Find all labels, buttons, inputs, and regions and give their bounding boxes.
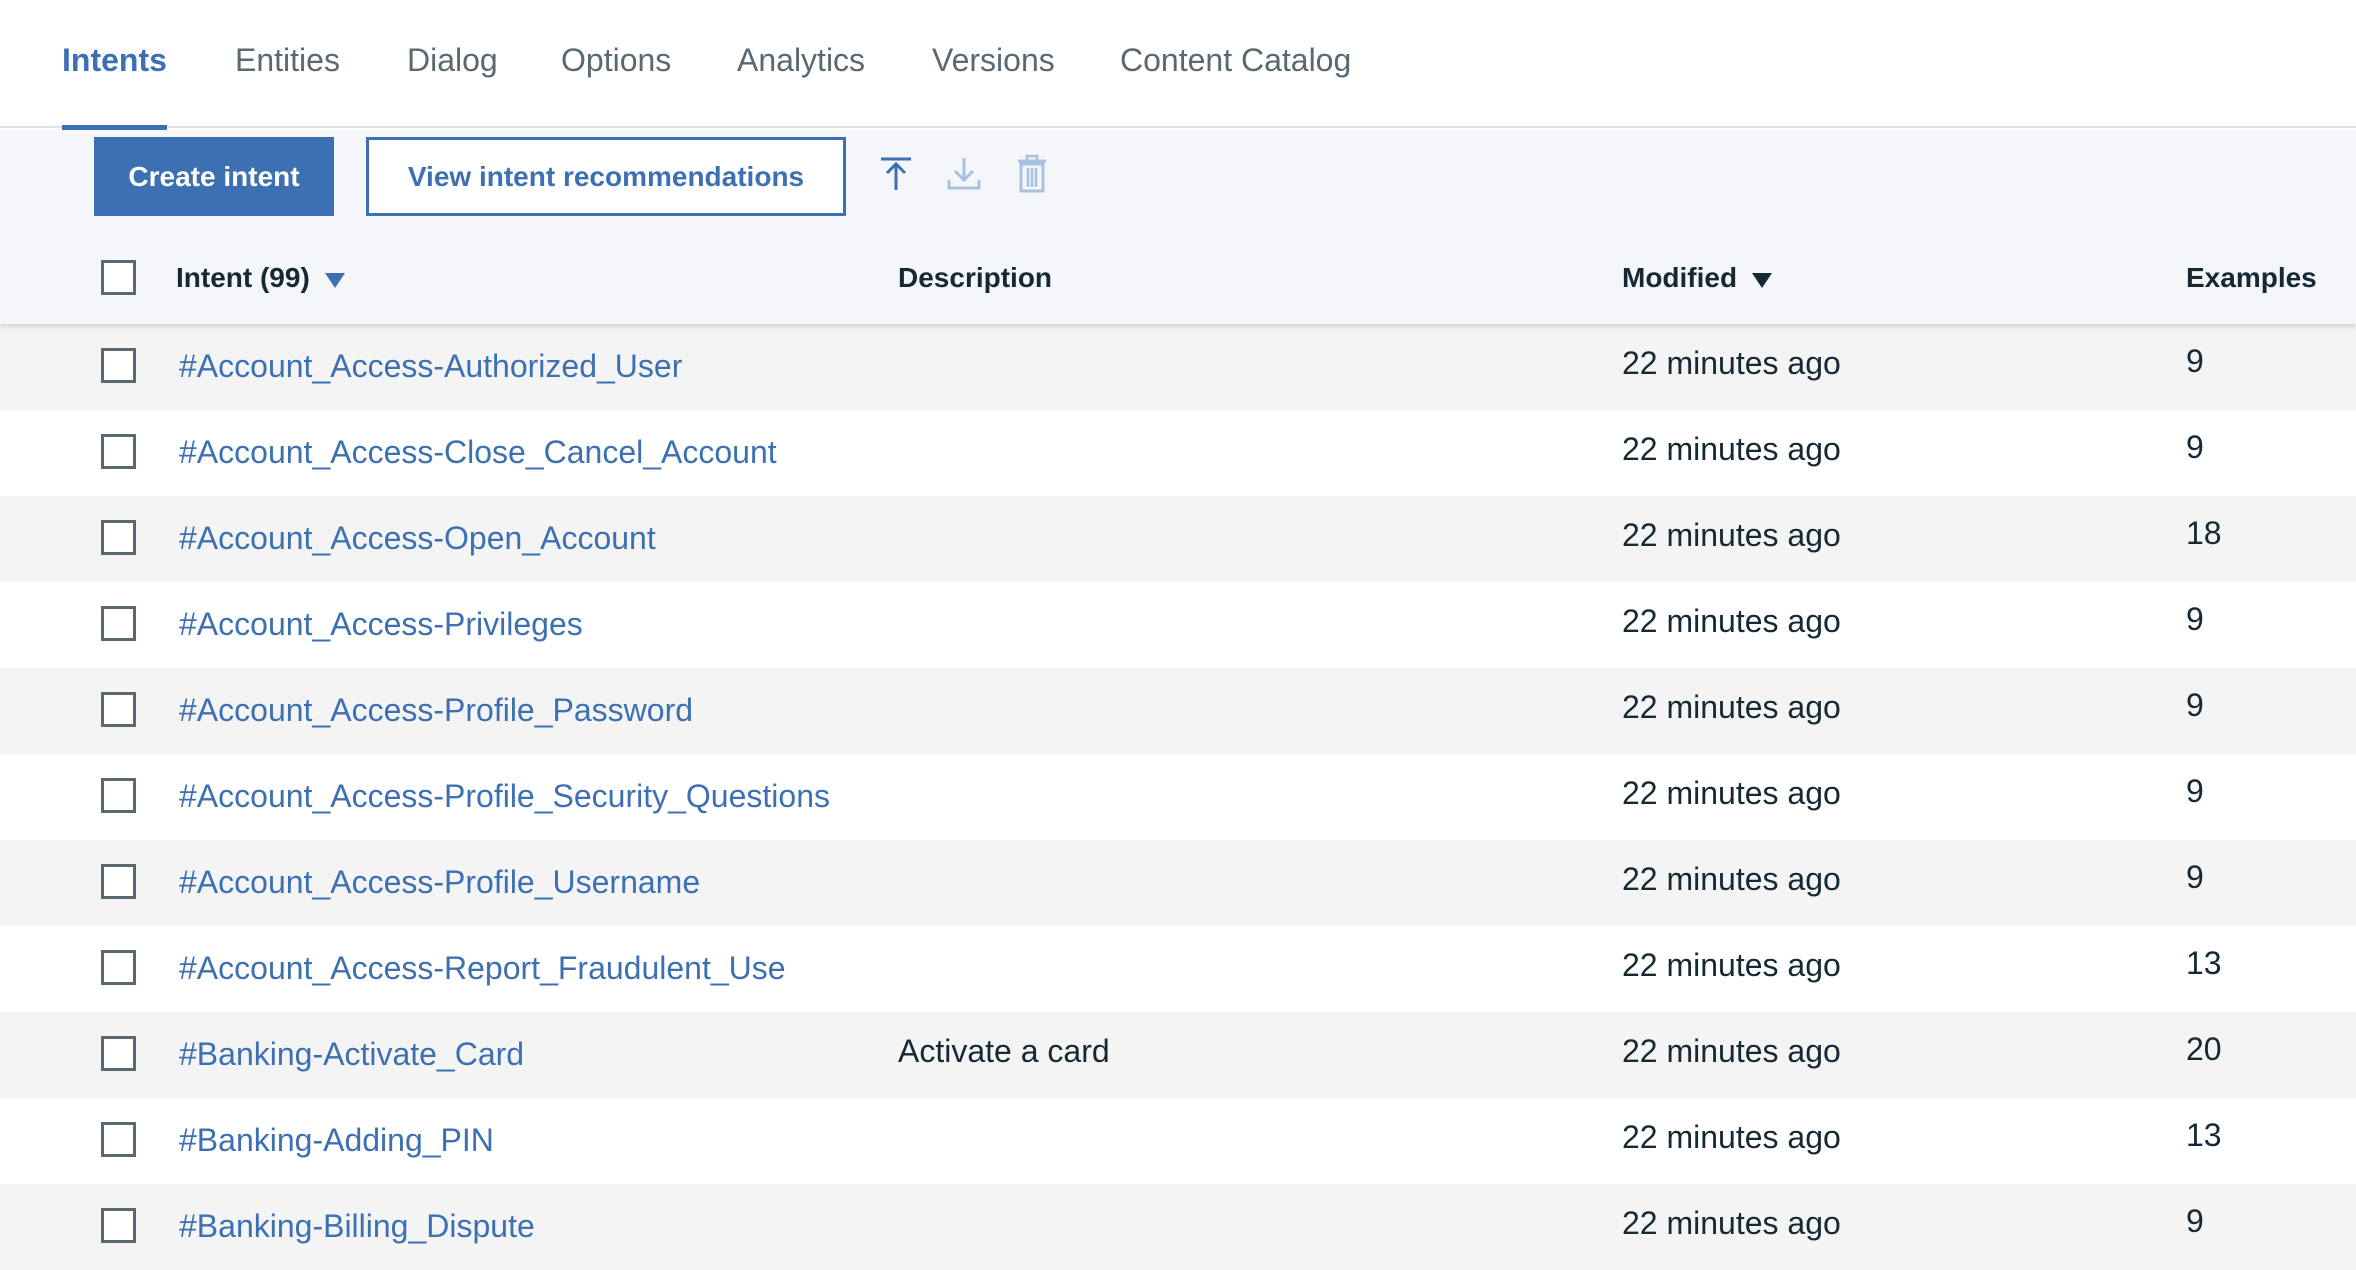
row-checkbox[interactable] — [101, 1122, 136, 1157]
intent-name-link[interactable]: #Banking-Billing_Dispute — [179, 1208, 535, 1245]
intent-table-body: #Account_Access-Authorized_User 22 minut… — [0, 324, 2356, 1270]
row-checkbox[interactable] — [101, 606, 136, 641]
row-checkbox[interactable] — [101, 1208, 136, 1243]
row-checkbox[interactable] — [101, 692, 136, 727]
intent-examples-count: 9 — [2186, 1203, 2204, 1239]
intent-modified: 22 minutes ago — [1622, 775, 1841, 811]
intent-name-link[interactable]: #Account_Access-Privileges — [179, 606, 583, 643]
intent-name-link[interactable]: #Account_Access-Open_Account — [179, 520, 656, 557]
intent-examples-count: 20 — [2186, 1031, 2222, 1067]
table-row: #Banking-Billing_Dispute 22 minutes ago … — [0, 1184, 2356, 1270]
download-icon[interactable] — [944, 154, 984, 194]
tab-analytics[interactable]: Analytics — [737, 42, 865, 128]
tab-options[interactable]: Options — [561, 42, 671, 128]
row-checkbox[interactable] — [101, 864, 136, 899]
column-header-modified[interactable]: Modified — [1622, 232, 1773, 324]
row-checkbox[interactable] — [101, 778, 136, 813]
intent-name-link[interactable]: #Banking-Activate_Card — [179, 1036, 524, 1073]
intent-examples-count: 13 — [2186, 945, 2222, 981]
tab-content-catalog[interactable]: Content Catalog — [1120, 42, 1351, 128]
tab-bar: Intents Entities Dialog Options Analytic… — [0, 0, 2356, 130]
create-intent-button[interactable]: Create intent — [94, 137, 334, 216]
intent-examples-count: 9 — [2186, 343, 2204, 379]
tab-entities[interactable]: Entities — [235, 42, 340, 128]
row-checkbox[interactable] — [101, 434, 136, 469]
intent-modified: 22 minutes ago — [1622, 517, 1841, 553]
view-intent-recommendations-button[interactable]: View intent recommendations — [366, 137, 846, 216]
intent-modified: 22 minutes ago — [1622, 1205, 1841, 1241]
intent-modified: 22 minutes ago — [1622, 1119, 1841, 1155]
table-row: #Account_Access-Close_Cancel_Account 22 … — [0, 410, 2356, 496]
intent-examples-count: 9 — [2186, 859, 2204, 895]
intent-name-link[interactable]: #Account_Access-Profile_Security_Questio… — [179, 778, 830, 815]
tab-intents[interactable]: Intents — [62, 42, 167, 130]
column-header-description: Description — [898, 262, 1053, 293]
intent-modified: 22 minutes ago — [1622, 947, 1841, 983]
row-checkbox[interactable] — [101, 348, 136, 383]
table-row: #Account_Access-Profile_Username 22 minu… — [0, 840, 2356, 926]
intent-examples-count: 9 — [2186, 773, 2204, 809]
column-header-examples: Examples — [2186, 262, 2317, 293]
intent-examples-count: 9 — [2186, 601, 2204, 637]
select-all-checkbox[interactable] — [101, 260, 136, 295]
intent-modified: 22 minutes ago — [1622, 603, 1841, 639]
row-checkbox[interactable] — [101, 520, 136, 555]
delete-icon[interactable] — [1012, 154, 1052, 194]
intent-modified: 22 minutes ago — [1622, 861, 1841, 897]
intent-modified: 22 minutes ago — [1622, 431, 1841, 467]
table-row: #Account_Access-Profile_Password 22 minu… — [0, 668, 2356, 754]
intent-name-link[interactable]: #Account_Access-Profile_Username — [179, 864, 700, 901]
table-row: #Account_Access-Profile_Security_Questio… — [0, 754, 2356, 840]
intent-description: Activate a card — [898, 1033, 1110, 1069]
table-row: #Account_Access-Authorized_User 22 minut… — [0, 324, 2356, 410]
intent-examples-count: 9 — [2186, 429, 2204, 465]
sort-down-icon[interactable] — [324, 234, 346, 326]
table-row: #Account_Access-Report_Fraudulent_Use 22… — [0, 926, 2356, 1012]
sort-down-icon[interactable] — [1751, 234, 1773, 326]
intent-examples-count: 18 — [2186, 515, 2222, 551]
row-checkbox[interactable] — [101, 1036, 136, 1071]
intent-modified: 22 minutes ago — [1622, 345, 1841, 381]
table-row: #Account_Access-Privileges 22 minutes ag… — [0, 582, 2356, 668]
column-header-modified-label: Modified — [1622, 262, 1738, 293]
intent-name-link[interactable]: #Banking-Adding_PIN — [179, 1122, 494, 1159]
intent-name-link[interactable]: #Account_Access-Authorized_User — [179, 348, 682, 385]
table-header: Intent (99) Description Modified Example… — [0, 232, 2356, 324]
row-checkbox[interactable] — [101, 950, 136, 985]
upload-icon[interactable] — [876, 154, 916, 194]
table-row: #Banking-Activate_Card Activate a card 2… — [0, 1012, 2356, 1098]
table-row: #Account_Access-Open_Account 22 minutes … — [0, 496, 2356, 582]
tab-versions[interactable]: Versions — [932, 42, 1055, 128]
column-header-intent[interactable]: Intent (99) — [176, 232, 346, 324]
intent-name-link[interactable]: #Account_Access-Report_Fraudulent_Use — [179, 950, 786, 987]
tab-dialog[interactable]: Dialog — [407, 42, 498, 128]
intent-examples-count: 13 — [2186, 1117, 2222, 1153]
intent-modified: 22 minutes ago — [1622, 1033, 1841, 1069]
toolbar: Create intent View intent recommendation… — [0, 130, 2356, 232]
column-header-intent-label: Intent (99) — [176, 262, 310, 293]
intent-name-link[interactable]: #Account_Access-Close_Cancel_Account — [179, 434, 777, 471]
table-row: #Banking-Adding_PIN 22 minutes ago 13 — [0, 1098, 2356, 1184]
intent-examples-count: 9 — [2186, 687, 2204, 723]
intent-name-link[interactable]: #Account_Access-Profile_Password — [179, 692, 693, 729]
intent-modified: 22 minutes ago — [1622, 689, 1841, 725]
